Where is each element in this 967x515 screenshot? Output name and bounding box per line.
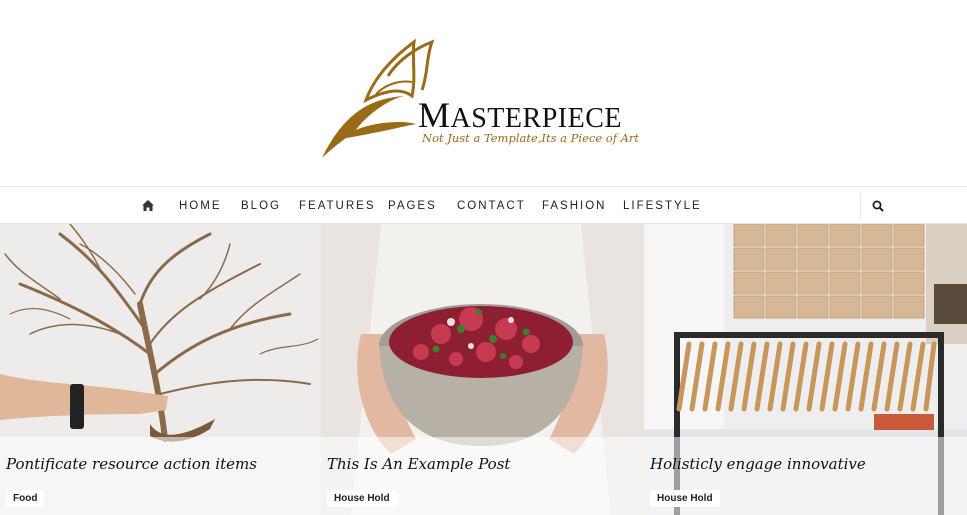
- post-title[interactable]: This Is An Example Post: [327, 455, 510, 473]
- nav-divider: [860, 193, 861, 219]
- main-navigation: HOME BLOG FEATURES PAGES CONTACT FASHION…: [0, 186, 967, 224]
- site-header: MASTERPIECE Not Just a Template,Its a Pi…: [0, 0, 967, 186]
- logo-tagline: Not Just a Template,Its a Piece of Art: [422, 131, 640, 145]
- post-overlay: [0, 437, 321, 515]
- nav-item-blog[interactable]: BLOG: [241, 200, 281, 212]
- nav-item-features[interactable]: FEATURES: [299, 200, 376, 212]
- search-icon[interactable]: [872, 200, 884, 212]
- post-category-tag[interactable]: House Hold: [327, 490, 397, 507]
- featured-post-card[interactable]: Pontificate resource action items Food: [0, 224, 321, 515]
- nav-item-home[interactable]: HOME: [179, 200, 222, 212]
- post-title[interactable]: Pontificate resource action items: [6, 455, 257, 473]
- featured-post-card[interactable]: Holisticly engage innovative House Hold: [644, 224, 967, 515]
- nav-item-contact[interactable]: CONTACT: [457, 200, 526, 212]
- featured-posts: Pontificate resource action items Food T…: [0, 224, 967, 515]
- nav-item-lifestyle[interactable]: LIFESTYLE: [623, 200, 702, 212]
- post-category-tag[interactable]: House Hold: [650, 490, 720, 507]
- nav-item-fashion[interactable]: FASHION: [542, 200, 606, 212]
- post-category-tag[interactable]: Food: [6, 490, 45, 507]
- featured-post-card[interactable]: This Is An Example Post House Hold: [321, 224, 644, 515]
- logo-title-rest: ASTERPIECE: [450, 103, 622, 134]
- logo-title: MASTERPIECE: [418, 97, 622, 133]
- home-icon[interactable]: [142, 200, 154, 211]
- logo-title-initial: M: [418, 95, 451, 135]
- post-title[interactable]: Holisticly engage innovative: [650, 455, 866, 473]
- nav-item-pages[interactable]: PAGES: [388, 200, 437, 212]
